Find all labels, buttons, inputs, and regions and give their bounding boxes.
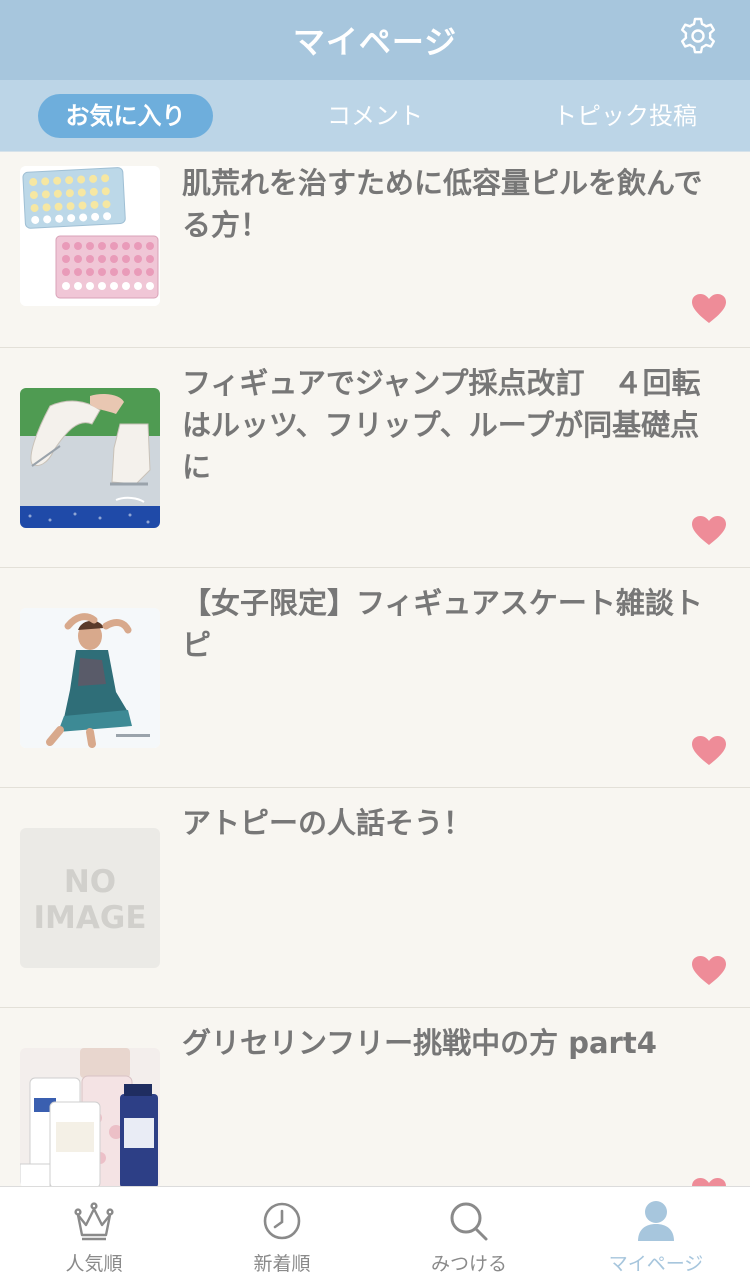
gear-icon: [681, 17, 715, 54]
favorites-list: 肌荒れを治すために低容量ピルを飲んでる方！ フィギュアでジャンプ採点改訂 ４回転…: [0, 152, 750, 1186]
tab-bar: お気に入り コメント トピック投稿: [0, 80, 750, 152]
clock-icon: [263, 1202, 301, 1240]
nav-mypage[interactable]: マイページ: [562, 1187, 750, 1284]
item-title: フィギュアでジャンプ採点改訂 ４回転はルッツ、フリップ、ループが同基礎点に: [182, 366, 701, 484]
cosmetic-bottles-image: [20, 1048, 160, 1186]
item-title: グリセリンフリー挑戦中の方 part4: [182, 1026, 657, 1060]
heart-icon[interactable]: [692, 736, 726, 766]
nav-label: みつける: [430, 1253, 507, 1275]
heart-icon[interactable]: [692, 516, 726, 546]
thumbnail-skater: [20, 608, 160, 748]
person-icon: [638, 1201, 674, 1241]
nav-label: マイページ: [608, 1253, 704, 1275]
list-item[interactable]: 肌荒れを治すために低容量ピルを飲んでる方！: [0, 152, 750, 348]
heart-icon[interactable]: [692, 956, 726, 986]
bottom-nav: 人気順 新着順 みつける マイページ: [0, 1186, 750, 1284]
thumbnail-cosmetic-bottles: [20, 1048, 160, 1186]
nav-label: 人気順: [65, 1253, 123, 1275]
thumbnail-no-image: NO IMAGE: [20, 828, 160, 968]
search-icon: [450, 1202, 488, 1241]
list-item[interactable]: グリセリンフリー挑戦中の方 part4: [0, 1008, 750, 1186]
item-title: 肌荒れを治すために低容量ピルを飲んでる方！: [182, 166, 703, 242]
tab-favorites[interactable]: お気に入り: [38, 94, 213, 138]
item-title: アトピーの人話そう！: [182, 806, 473, 840]
heart-icon[interactable]: [692, 294, 726, 324]
item-title: 【女子限定】フィギュアスケート雑談トピ: [182, 586, 703, 662]
tab-comments[interactable]: コメント: [300, 94, 450, 138]
thumbnail-skate-boots: [20, 388, 160, 528]
settings-button[interactable]: [676, 14, 720, 58]
skate-boots-image: [20, 388, 160, 528]
tab-topic-posts[interactable]: トピック投稿: [535, 94, 715, 138]
app: マイページ お気に入り コメント トピック投稿 肌荒れを治すために低容量ピルを飲…: [0, 0, 750, 1284]
nav-search[interactable]: みつける: [375, 1187, 563, 1284]
list-item[interactable]: NO IMAGE アトピーの人話そう！: [0, 788, 750, 1008]
header-bar: マイページ: [0, 0, 750, 80]
list-item[interactable]: 【女子限定】フィギュアスケート雑談トピ: [0, 568, 750, 788]
skater-image: [20, 608, 160, 748]
pill-packs-image: [20, 166, 160, 306]
nav-label: 新着順: [253, 1253, 311, 1275]
nav-popular[interactable]: 人気順: [0, 1187, 188, 1284]
nav-newest[interactable]: 新着順: [188, 1187, 376, 1284]
thumbnail-pill-packs: [20, 166, 160, 306]
crown-icon: [74, 1202, 114, 1241]
list-item[interactable]: フィギュアでジャンプ採点改訂 ４回転はルッツ、フリップ、ループが同基礎点に: [0, 348, 750, 568]
no-image-text-line1: NO: [63, 864, 117, 900]
page-title: マイページ: [292, 23, 458, 61]
heart-icon[interactable]: [692, 1178, 726, 1186]
no-image-text-line2: IMAGE: [33, 900, 147, 936]
